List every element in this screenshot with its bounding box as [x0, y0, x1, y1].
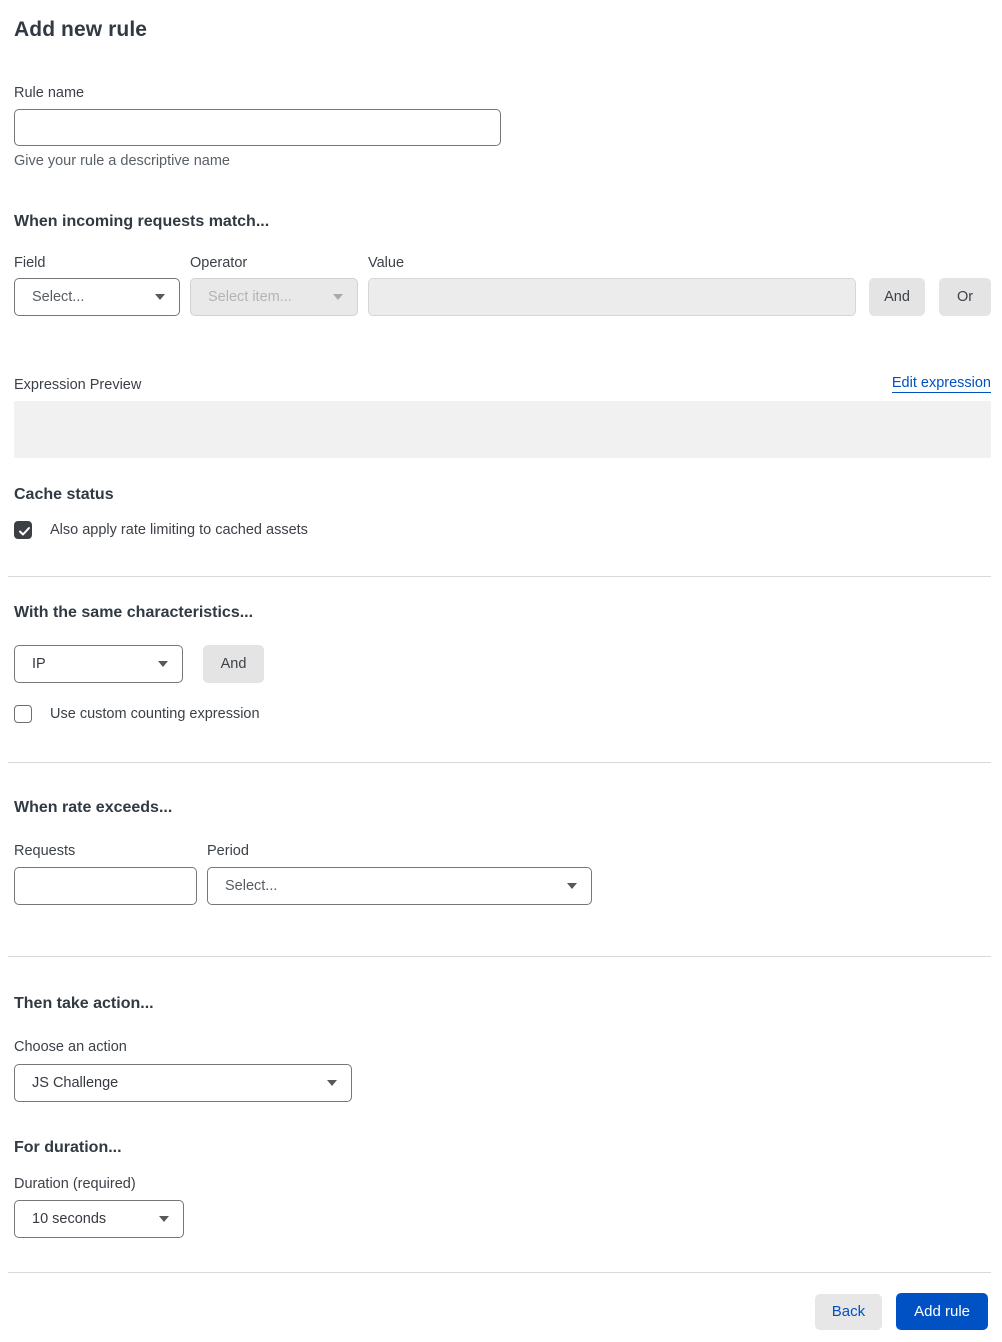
counting-expression-checkbox-row: Use custom counting expression	[14, 705, 991, 723]
add-rule-button[interactable]: Add rule	[896, 1293, 988, 1330]
footer-actions: Back Add rule	[14, 1293, 991, 1330]
characteristics-controls-row: IP And	[14, 645, 991, 683]
requests-input[interactable]	[14, 867, 197, 905]
and-button[interactable]: And	[869, 278, 925, 316]
cache-status-heading: Cache status	[14, 486, 114, 503]
rate-heading: When rate exceeds...	[14, 799, 173, 816]
expression-preview-label: Expression Preview	[14, 377, 142, 393]
field-select[interactable]: Select...	[14, 278, 180, 316]
choose-action-label: Choose an action	[14, 1039, 127, 1055]
custom-counting-checkbox[interactable]	[14, 705, 32, 723]
characteristics-and-button[interactable]: And	[203, 645, 264, 683]
back-button[interactable]: Back	[814, 1293, 883, 1330]
match-controls-row: Select... Select item... And Or	[14, 278, 991, 316]
rule-name-helper: Give your rule a descriptive name	[14, 153, 230, 169]
duration-select-value: 10 seconds	[32, 1211, 107, 1227]
expression-preview-box	[14, 401, 991, 458]
expression-preview-row: Expression Preview Edit expression	[14, 375, 991, 393]
duration-heading: For duration...	[14, 1139, 122, 1156]
chevron-down-icon	[158, 661, 168, 667]
characteristics-heading: With the same characteristics...	[14, 604, 254, 621]
value-input[interactable]	[368, 278, 856, 316]
match-labels-row: Field Operator Value	[14, 255, 991, 271]
custom-counting-label: Use custom counting expression	[50, 706, 260, 722]
cache-status-checkbox-row: Also apply rate limiting to cached asset…	[14, 521, 991, 539]
field-label: Field	[14, 255, 46, 271]
match-section-heading: When incoming requests match...	[14, 213, 270, 230]
section-divider	[8, 956, 991, 957]
period-label: Period	[207, 843, 249, 859]
action-heading: Then take action...	[14, 995, 154, 1012]
operator-label: Operator	[190, 255, 248, 271]
chevron-down-icon	[333, 294, 343, 300]
footer-divider	[8, 1272, 991, 1273]
duration-select[interactable]: 10 seconds	[14, 1200, 184, 1238]
characteristic-select[interactable]: IP	[14, 645, 183, 683]
section-divider	[8, 762, 991, 763]
chevron-down-icon	[327, 1080, 337, 1086]
rule-name-label: Rule name	[14, 85, 85, 101]
or-button[interactable]: Or	[939, 278, 991, 316]
characteristic-select-value: IP	[32, 656, 46, 672]
action-select-value: JS Challenge	[32, 1075, 119, 1091]
operator-select[interactable]: Select item...	[190, 278, 358, 316]
rule-name-input[interactable]	[14, 109, 501, 146]
cached-assets-checkbox[interactable]	[14, 521, 32, 539]
field-select-value: Select...	[32, 289, 85, 305]
chevron-down-icon	[155, 294, 165, 300]
period-select[interactable]: Select...	[207, 867, 592, 905]
checkmark-icon	[18, 526, 30, 535]
section-divider	[8, 576, 991, 577]
rate-controls-row: Select...	[14, 867, 991, 905]
value-label: Value	[368, 255, 405, 271]
chevron-down-icon	[567, 883, 577, 889]
add-rule-form: Add new rule Rule name Give your rule a …	[0, 0, 1002, 1342]
operator-select-value: Select item...	[208, 289, 292, 305]
chevron-down-icon	[159, 1216, 169, 1222]
period-select-value: Select...	[225, 878, 278, 894]
requests-label: Requests	[14, 843, 76, 859]
cached-assets-label: Also apply rate limiting to cached asset…	[50, 522, 308, 538]
edit-expression-link[interactable]: Edit expression	[891, 375, 991, 393]
rate-labels-row: Requests Period	[14, 843, 991, 859]
duration-label: Duration (required)	[14, 1176, 136, 1192]
action-select[interactable]: JS Challenge	[14, 1064, 352, 1102]
page-title: Add new rule	[14, 18, 148, 41]
